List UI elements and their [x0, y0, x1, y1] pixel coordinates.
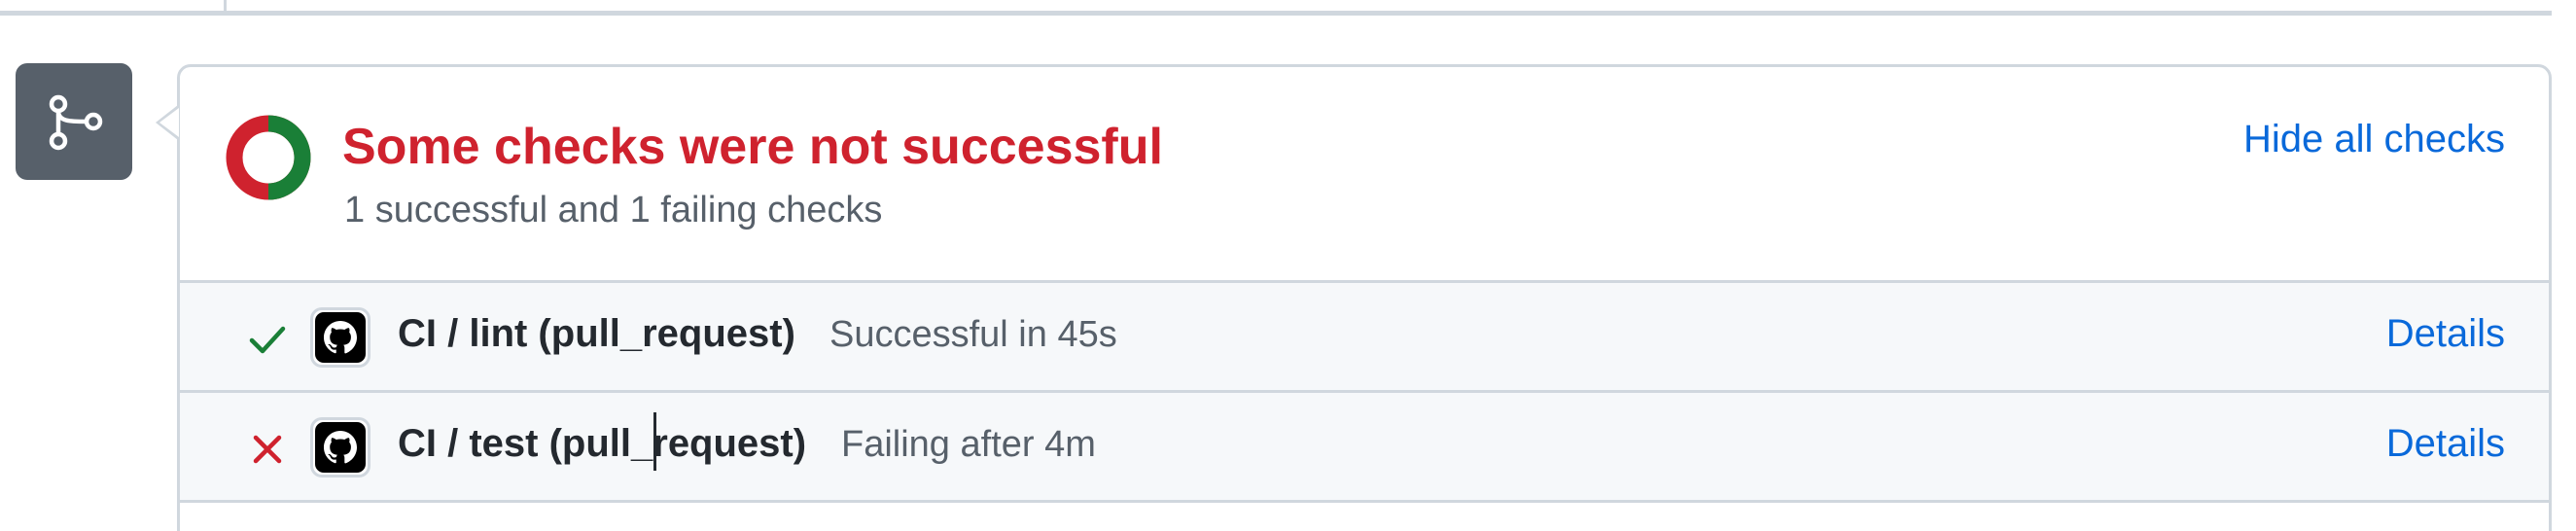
git-branch-badge	[16, 63, 132, 180]
check-name: CI / lint (pull_request)	[398, 312, 795, 355]
x-icon	[253, 435, 282, 464]
github-actions-avatar[interactable]	[310, 417, 371, 478]
github-icon	[324, 321, 357, 354]
check-status-text: Successful in 45s	[829, 314, 1117, 355]
check-name: CI / test (pull_request)	[398, 422, 807, 465]
card-pointer-fill	[159, 108, 179, 137]
check-status-text: Failing after 4m	[841, 424, 1096, 465]
github-icon	[324, 431, 357, 464]
pr-merge-box-page: Some checks were not successful 1 succes…	[0, 0, 2576, 531]
details-link[interactable]: Details	[2386, 312, 2505, 356]
check-row-lint: CI / lint (pull_request) Successful in 4…	[180, 283, 2549, 393]
timeline-divider	[224, 0, 227, 12]
github-actions-avatar[interactable]	[310, 307, 371, 368]
checks-summary-header: Some checks were not successful 1 succes…	[180, 67, 2549, 283]
checks-summary-subtitle: 1 successful and 1 failing checks	[344, 190, 883, 230]
checks-status-donut-icon	[226, 115, 311, 200]
text-cursor	[653, 412, 656, 471]
timeline-top-border	[0, 0, 2552, 16]
details-link[interactable]: Details	[2386, 422, 2505, 466]
checks-summary-title: Some checks were not successful	[342, 119, 1163, 175]
checks-card: Some checks were not successful 1 succes…	[177, 64, 2552, 531]
git-branch-icon	[49, 94, 103, 151]
check-icon	[249, 326, 286, 354]
hide-all-checks-link[interactable]: Hide all checks	[2243, 118, 2505, 161]
check-row-test: CI / test (pull_request) Failing after 4…	[180, 393, 2549, 503]
